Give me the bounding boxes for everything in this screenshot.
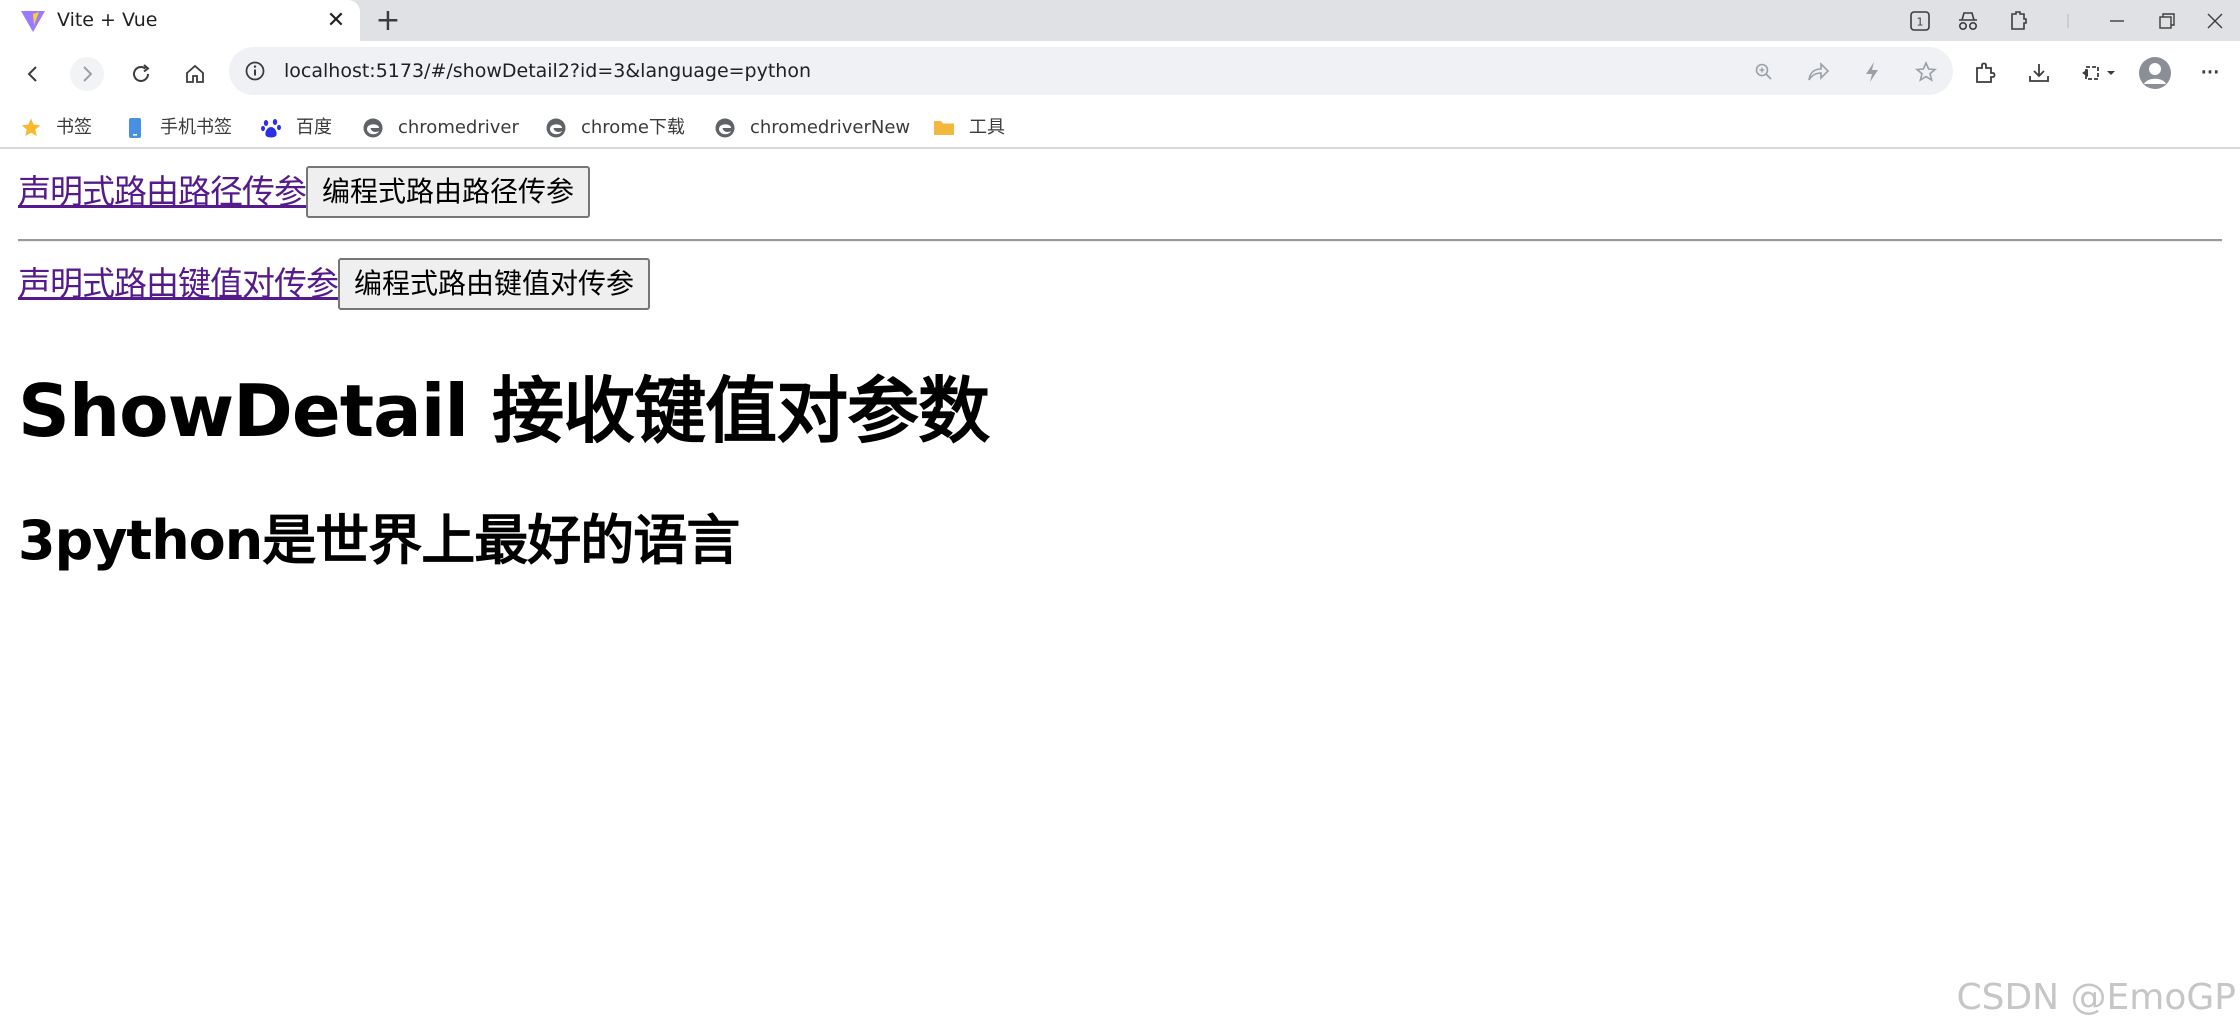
bookmarks-bar: 书签 手机书签 百度 chromedriver chrome下载 chromed… xyxy=(0,107,2240,149)
edge-icon xyxy=(714,117,736,139)
close-tab-icon[interactable]: ✕ xyxy=(324,9,348,33)
page-content: 声明式路由路径传参 编程式路由路径传参 声明式路由键值对传参 编程式路由键值对传… xyxy=(0,151,2240,1032)
bookmark-item[interactable]: 手机书签 xyxy=(124,113,232,143)
browser-tab[interactable]: Vite + Vue ✕ xyxy=(0,0,360,41)
back-button[interactable] xyxy=(16,57,50,91)
close-window-icon[interactable] xyxy=(2202,8,2228,34)
bookmark-label: 百度 xyxy=(296,117,332,138)
lightning-icon[interactable] xyxy=(1859,59,1885,85)
reload-icon xyxy=(133,64,150,82)
bookmark-label: chrome下载 xyxy=(581,117,685,138)
incognito-icon[interactable] xyxy=(1955,8,1981,34)
bookmark-star-icon[interactable] xyxy=(1913,59,1939,85)
minimize-icon[interactable] xyxy=(2104,8,2130,34)
back-arrow-icon xyxy=(27,66,37,82)
detail-text: 3python是世界上最好的语言 xyxy=(18,509,740,572)
zoom-icon[interactable] xyxy=(1751,59,1777,85)
query-params-row: 声明式路由键值对传参 编程式路由键值对传参 xyxy=(18,258,651,310)
forward-button[interactable] xyxy=(70,57,104,91)
path-params-row: 声明式路由路径传参 编程式路由路径传参 xyxy=(18,166,591,218)
restore-icon[interactable] xyxy=(2154,8,2180,34)
download-icon[interactable] xyxy=(2022,56,2056,90)
folder-icon xyxy=(933,117,955,139)
site-info-icon[interactable] xyxy=(243,59,267,83)
separator xyxy=(2055,8,2081,34)
url-text[interactable]: localhost:5173/#/showDetail2?id=3&langua… xyxy=(284,60,811,82)
page-title: ShowDetail 接收键值对参数 xyxy=(18,369,990,453)
declarative-query-link[interactable]: 声明式路由键值对传参 xyxy=(18,264,339,304)
declarative-path-link[interactable]: 声明式路由路径传参 xyxy=(18,172,307,212)
bookmark-label: chromedriver xyxy=(398,117,519,138)
bookmark-item[interactable]: 百度 xyxy=(260,113,332,143)
home-icon xyxy=(186,64,204,83)
star-icon xyxy=(20,117,42,139)
bookmark-label: 手机书签 xyxy=(160,117,232,138)
tab-title: Vite + Vue xyxy=(57,9,158,31)
extensions-icon[interactable] xyxy=(2005,8,2031,34)
browser-toolbar: localhost:5173/#/showDetail2?id=3&langua… xyxy=(0,41,2240,107)
vite-favicon-icon xyxy=(21,11,45,32)
bookmark-item[interactable]: chrome下载 xyxy=(545,113,685,143)
profile-avatar-icon[interactable] xyxy=(2138,56,2172,90)
home-button[interactable] xyxy=(178,57,212,91)
bookmark-item[interactable]: 工具 xyxy=(933,113,1005,143)
edge-icon xyxy=(362,117,384,139)
bookmark-label: 书签 xyxy=(56,117,92,138)
share-icon[interactable] xyxy=(1805,59,1831,85)
more-menu-icon[interactable]: ··· xyxy=(2192,56,2226,90)
screenshot-menu-icon[interactable] xyxy=(2078,56,2122,90)
svg-text:1: 1 xyxy=(1917,16,1924,29)
reload-button[interactable] xyxy=(124,57,158,91)
extension-puzzle-icon[interactable] xyxy=(1968,56,2002,90)
forward-arrow-icon xyxy=(83,66,93,82)
tab-strip: Vite + Vue ✕ + 1 xyxy=(0,0,2240,41)
watermark: CSDN @EmoGP xyxy=(1956,977,2236,1018)
bookmark-label: 工具 xyxy=(969,117,1005,138)
new-tab-icon[interactable]: + xyxy=(374,6,402,36)
tab-count-icon[interactable]: 1 xyxy=(1907,8,1933,34)
bookmark-item[interactable]: chromedriverNew xyxy=(714,113,910,143)
edge-icon xyxy=(545,117,567,139)
divider xyxy=(18,239,2222,242)
baidu-paw-icon xyxy=(260,117,282,139)
address-bar[interactable]: localhost:5173/#/showDetail2?id=3&langua… xyxy=(229,47,1953,95)
programmatic-path-button[interactable]: 编程式路由路径传参 xyxy=(306,166,591,218)
bookmark-item[interactable]: 书签 xyxy=(20,113,92,143)
phone-icon xyxy=(124,117,146,139)
programmatic-query-button[interactable]: 编程式路由键值对传参 xyxy=(338,258,651,310)
bookmark-item[interactable]: chromedriver xyxy=(362,113,519,143)
bookmark-label: chromedriverNew xyxy=(750,117,911,138)
